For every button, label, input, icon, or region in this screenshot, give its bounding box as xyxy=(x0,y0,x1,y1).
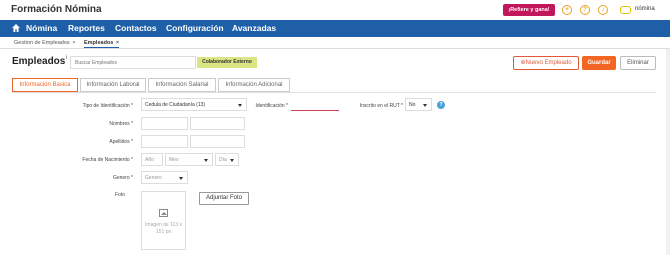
surnames-label: Apellidos * xyxy=(109,139,133,145)
id-type-select[interactable]: Cedula de Ciudadanía (13) xyxy=(141,98,247,111)
id-label: Identificación * xyxy=(255,103,288,109)
photo-label: Foto xyxy=(114,192,125,198)
info-icon[interactable]: i xyxy=(66,55,67,61)
tab-basic-info[interactable]: Información Basica xyxy=(12,78,78,92)
doc-tab-label: Gestion de Empleados xyxy=(14,40,70,46)
tab-additional-info[interactable]: Información Adicional xyxy=(218,78,290,92)
second-name-field[interactable] xyxy=(190,117,245,130)
doc-tab-gestion[interactable]: Gestion de Empleados × xyxy=(14,40,75,46)
close-icon[interactable]: × xyxy=(116,40,119,46)
id-field[interactable] xyxy=(291,98,339,111)
id-type-label: Tipo de Identificación * xyxy=(82,103,133,109)
nav-item-avanzadas[interactable]: Avanzadas xyxy=(232,23,276,33)
document-tabs: Gestion de Empleados × Empleados × xyxy=(0,37,670,49)
image-icon xyxy=(159,209,168,217)
save-button[interactable]: Guardar xyxy=(582,56,616,70)
main-nav: Nómina Reportes Contactos Configuración … xyxy=(0,20,670,37)
nav-item-configuracion[interactable]: Configuración xyxy=(166,23,224,33)
rut-label: Inscrito en el RUT * xyxy=(359,103,403,109)
birth-date-label: Fecha de Nacimiento * xyxy=(82,157,133,163)
gender-label: Genero * xyxy=(112,175,133,181)
help-icon[interactable]: ? xyxy=(437,101,445,109)
tab-labor-info[interactable]: Información Laboral xyxy=(80,78,146,92)
rut-select[interactable]: No xyxy=(405,98,432,111)
photo-placeholder xyxy=(141,191,186,250)
app-title: Formación Nómina xyxy=(11,4,102,15)
attach-photo-button[interactable]: Adjuntar Foto xyxy=(199,192,249,205)
names-label: Nombres * xyxy=(109,121,133,127)
user-icon[interactable] xyxy=(620,6,631,14)
tab-salary-info[interactable]: Información Salarial xyxy=(148,78,216,92)
birth-year-field[interactable]: Año xyxy=(141,153,163,166)
close-icon[interactable]: × xyxy=(72,40,75,46)
search-employees-input[interactable] xyxy=(70,56,196,69)
bell-icon[interactable]: ♪ xyxy=(598,5,608,15)
home-icon[interactable] xyxy=(11,23,21,33)
page-title: Empleados xyxy=(12,56,66,67)
help-icon[interactable]: ? xyxy=(580,5,590,15)
external-collaborator-button[interactable]: Colaborador Externo xyxy=(197,57,257,68)
birth-day-select[interactable]: Día xyxy=(215,153,239,166)
new-employee-button[interactable]: ⊕Nuevo Empleado xyxy=(513,56,579,70)
doc-tab-empleados[interactable]: Empleados × xyxy=(84,40,120,48)
section-divider xyxy=(12,92,656,93)
second-surname-field[interactable] xyxy=(190,135,245,148)
delete-button[interactable]: Eliminar xyxy=(620,56,656,70)
plus-icon[interactable]: + xyxy=(562,5,572,15)
gender-select[interactable]: Genero xyxy=(141,171,188,184)
photo-placeholder-text: Imagen de 113 x 151 px xyxy=(145,222,182,235)
first-name-field[interactable] xyxy=(141,117,188,130)
scrollbar[interactable] xyxy=(666,49,670,255)
nav-item-reportes[interactable]: Reportes xyxy=(68,23,105,33)
refer-button[interactable]: ¡Refiere y gana! xyxy=(503,4,555,16)
top-bar: Formación Nómina ¡Refiere y gana! + ? ♪ … xyxy=(0,0,670,20)
nav-item-contactos[interactable]: Contactos xyxy=(115,23,157,33)
doc-tab-label: Empleados xyxy=(84,40,114,46)
user-label[interactable]: nómina xyxy=(635,6,655,12)
birth-month-select[interactable]: Mes xyxy=(165,153,213,166)
first-surname-field[interactable] xyxy=(141,135,188,148)
nav-item-nomina[interactable]: Nómina xyxy=(26,23,57,33)
